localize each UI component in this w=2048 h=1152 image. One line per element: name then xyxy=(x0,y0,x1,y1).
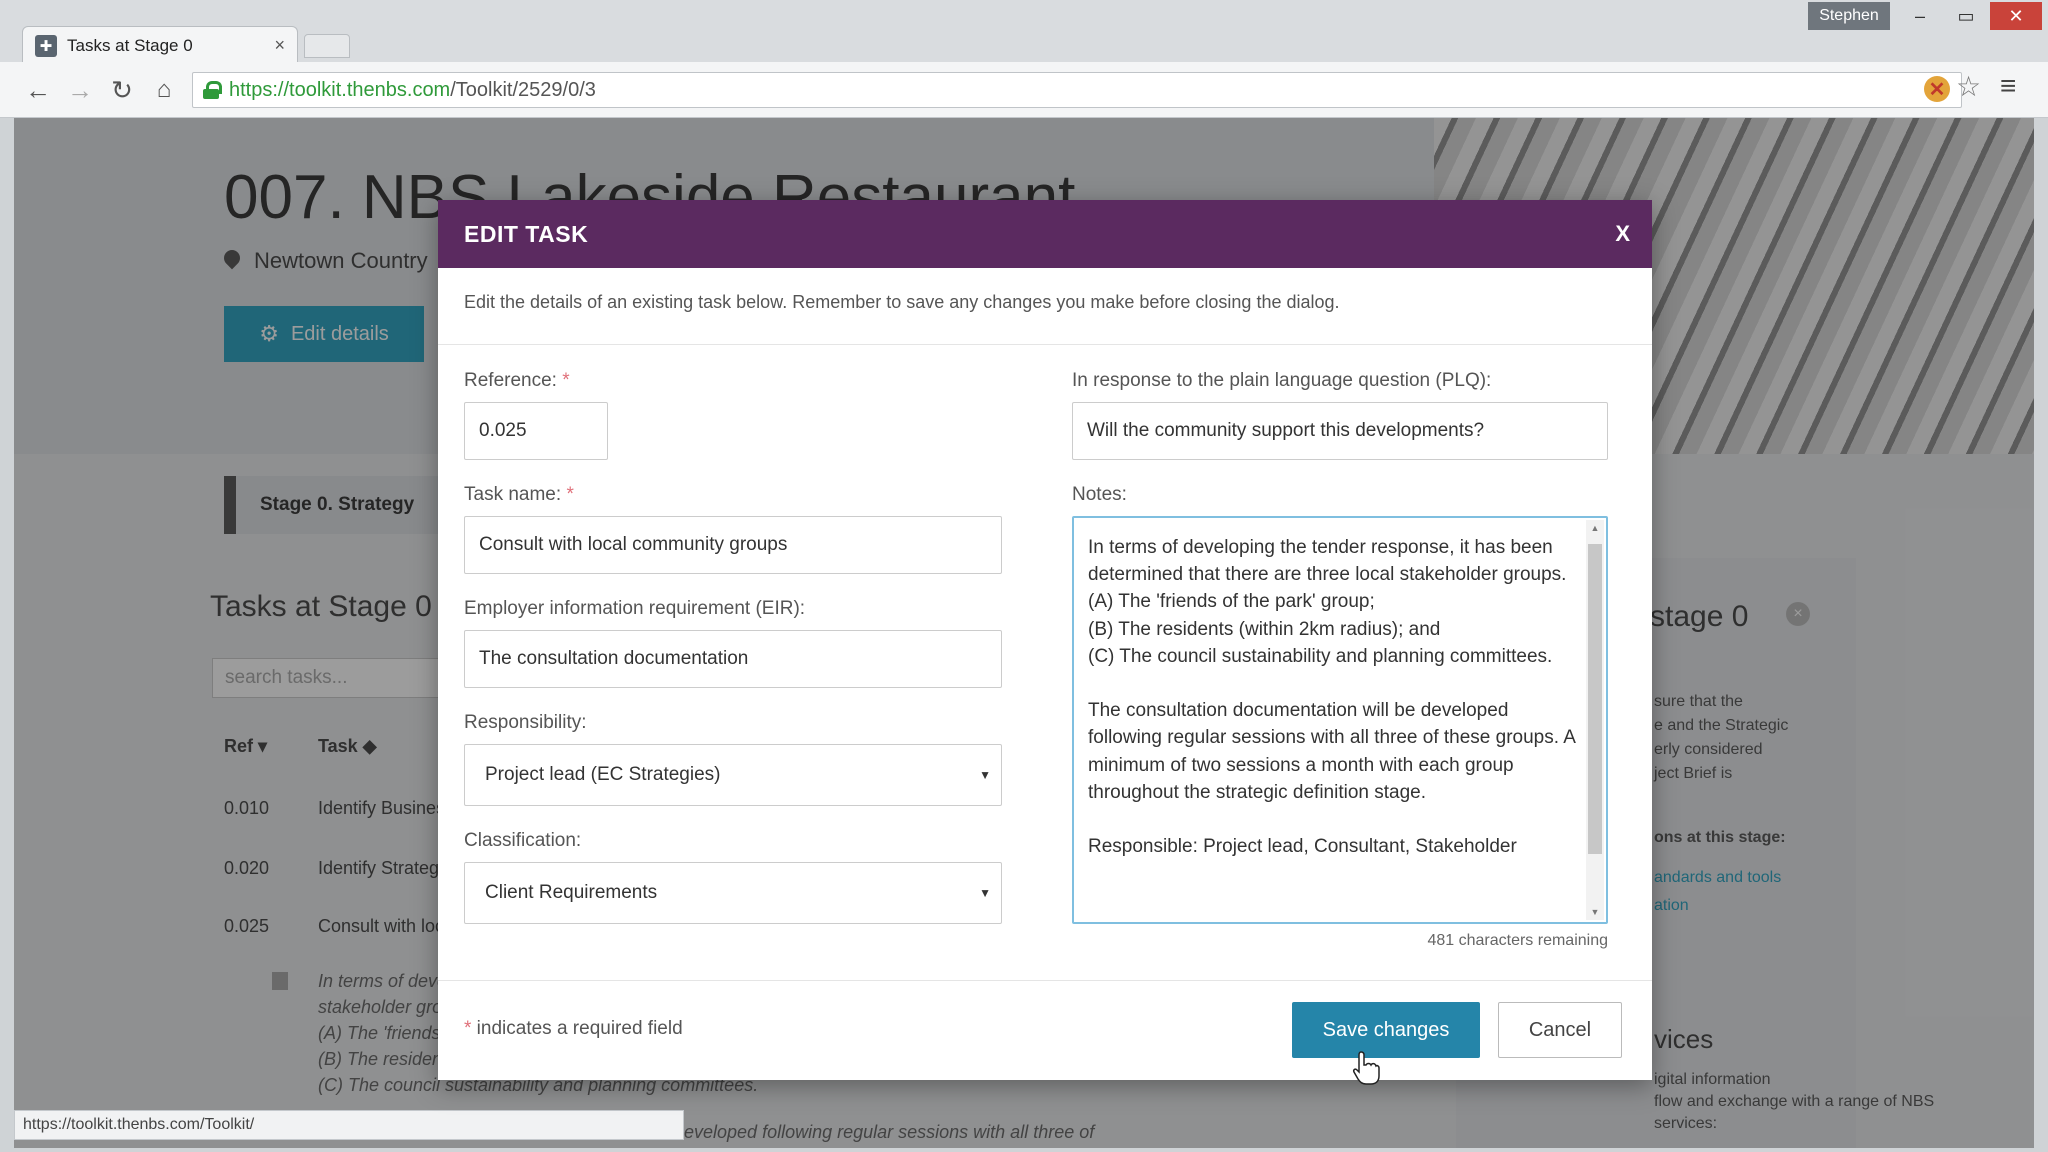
browser-tab[interactable]: ✚ Tasks at Stage 0 × xyxy=(22,26,298,64)
classification-value: Client Requirements xyxy=(485,882,658,903)
back-arrow-icon[interactable]: ← xyxy=(20,72,56,108)
minimize-icon[interactable]: – xyxy=(1898,2,1942,30)
reference-label: Reference: * xyxy=(464,370,570,392)
cancel-button[interactable]: Cancel xyxy=(1498,1002,1622,1058)
dialog-header: EDIT TASK X xyxy=(438,200,1652,268)
dialog-intro-text: Edit the details of an existing task bel… xyxy=(464,292,1340,312)
required-mark: * xyxy=(562,370,570,391)
responsibility-label: Responsibility: xyxy=(464,712,587,733)
browser-user-badge[interactable]: Stephen xyxy=(1808,2,1890,30)
responsibility-select[interactable]: Project lead (EC Strategies) ▼ xyxy=(464,744,1002,806)
reload-icon[interactable]: ↻ xyxy=(104,72,140,108)
task-name-input[interactable]: Consult with local community groups xyxy=(464,516,1002,574)
notes-label: Notes: xyxy=(1072,484,1127,505)
required-field-note: * indicates a required field xyxy=(464,1018,683,1040)
classification-select[interactable]: Client Requirements ▼ xyxy=(464,862,1002,924)
scroll-thumb[interactable] xyxy=(1588,544,1602,854)
address-bar[interactable]: https://toolkit.thenbs.com /Toolkit/2529… xyxy=(192,72,1962,108)
chars-remaining: 481 characters remaining xyxy=(1427,932,1608,949)
nbs-favicon-icon: ✚ xyxy=(35,34,57,57)
save-changes-button[interactable]: Save changes xyxy=(1292,1002,1480,1058)
plq-input[interactable]: Will the community support this developm… xyxy=(1072,402,1608,460)
browser-menu-icon[interactable]: ≡ xyxy=(2000,70,2016,102)
scroll-up-icon[interactable]: ▲ xyxy=(1586,520,1604,536)
notes-scrollbar[interactable]: ▲ ▼ xyxy=(1586,520,1604,920)
required-note-text: indicates a required field xyxy=(471,1018,683,1039)
task-name-label-text: Task name: xyxy=(464,484,562,505)
tab-close-icon[interactable]: × xyxy=(274,35,285,56)
lock-icon xyxy=(203,81,222,99)
scroll-down-icon[interactable]: ▼ xyxy=(1586,904,1604,920)
dropdown-caret-icon: ▼ xyxy=(979,886,991,900)
browser-toolbar: ← → ↻ ⌂ https://toolkit.thenbs.com /Tool… xyxy=(0,62,2048,118)
maximize-icon[interactable]: ▭ xyxy=(1944,2,1988,30)
tab-title: Tasks at Stage 0 xyxy=(67,35,193,55)
extension-icon[interactable]: ✕ xyxy=(1924,76,1950,102)
browser-titlebar: ✚ Tasks at Stage 0 × Stephen – ▭ ✕ xyxy=(0,0,2048,64)
home-icon[interactable]: ⌂ xyxy=(146,72,182,108)
dropdown-caret-icon: ▼ xyxy=(979,768,991,782)
notes-text[interactable]: In terms of developing the tender respon… xyxy=(1088,534,1578,860)
reference-label-text: Reference: xyxy=(464,370,557,391)
notes-textarea[interactable]: In terms of developing the tender respon… xyxy=(1072,516,1608,924)
required-mark: * xyxy=(566,484,574,505)
url-path: /Toolkit/2529/0/3 xyxy=(450,78,596,101)
dialog-title: EDIT TASK xyxy=(464,220,589,247)
new-tab-button[interactable] xyxy=(304,34,350,58)
reference-input[interactable]: 0.025 xyxy=(464,402,608,460)
eir-label: Employer information requirement (EIR): xyxy=(464,598,806,619)
classification-label: Classification: xyxy=(464,830,582,851)
divider xyxy=(438,980,1652,981)
window-close-icon[interactable]: ✕ xyxy=(1990,2,2042,30)
responsibility-value: Project lead (EC Strategies) xyxy=(485,764,721,785)
eir-input[interactable]: The consultation documentation xyxy=(464,630,1002,688)
plq-label: In response to the plain language questi… xyxy=(1072,370,1492,391)
edit-task-dialog: EDIT TASK X Edit the details of an exist… xyxy=(438,200,1652,1080)
task-name-label: Task name: * xyxy=(464,484,574,506)
divider xyxy=(438,344,1652,345)
hand-cursor-icon xyxy=(1353,1051,1380,1085)
url-host: https://toolkit.thenbs.com xyxy=(229,78,451,101)
status-bar-url: https://toolkit.thenbs.com/Toolkit/ xyxy=(14,1110,684,1140)
forward-arrow-icon[interactable]: → xyxy=(62,72,98,108)
dialog-close-button[interactable]: X xyxy=(1615,221,1630,247)
bookmark-star-icon[interactable]: ☆ xyxy=(1956,70,1981,103)
